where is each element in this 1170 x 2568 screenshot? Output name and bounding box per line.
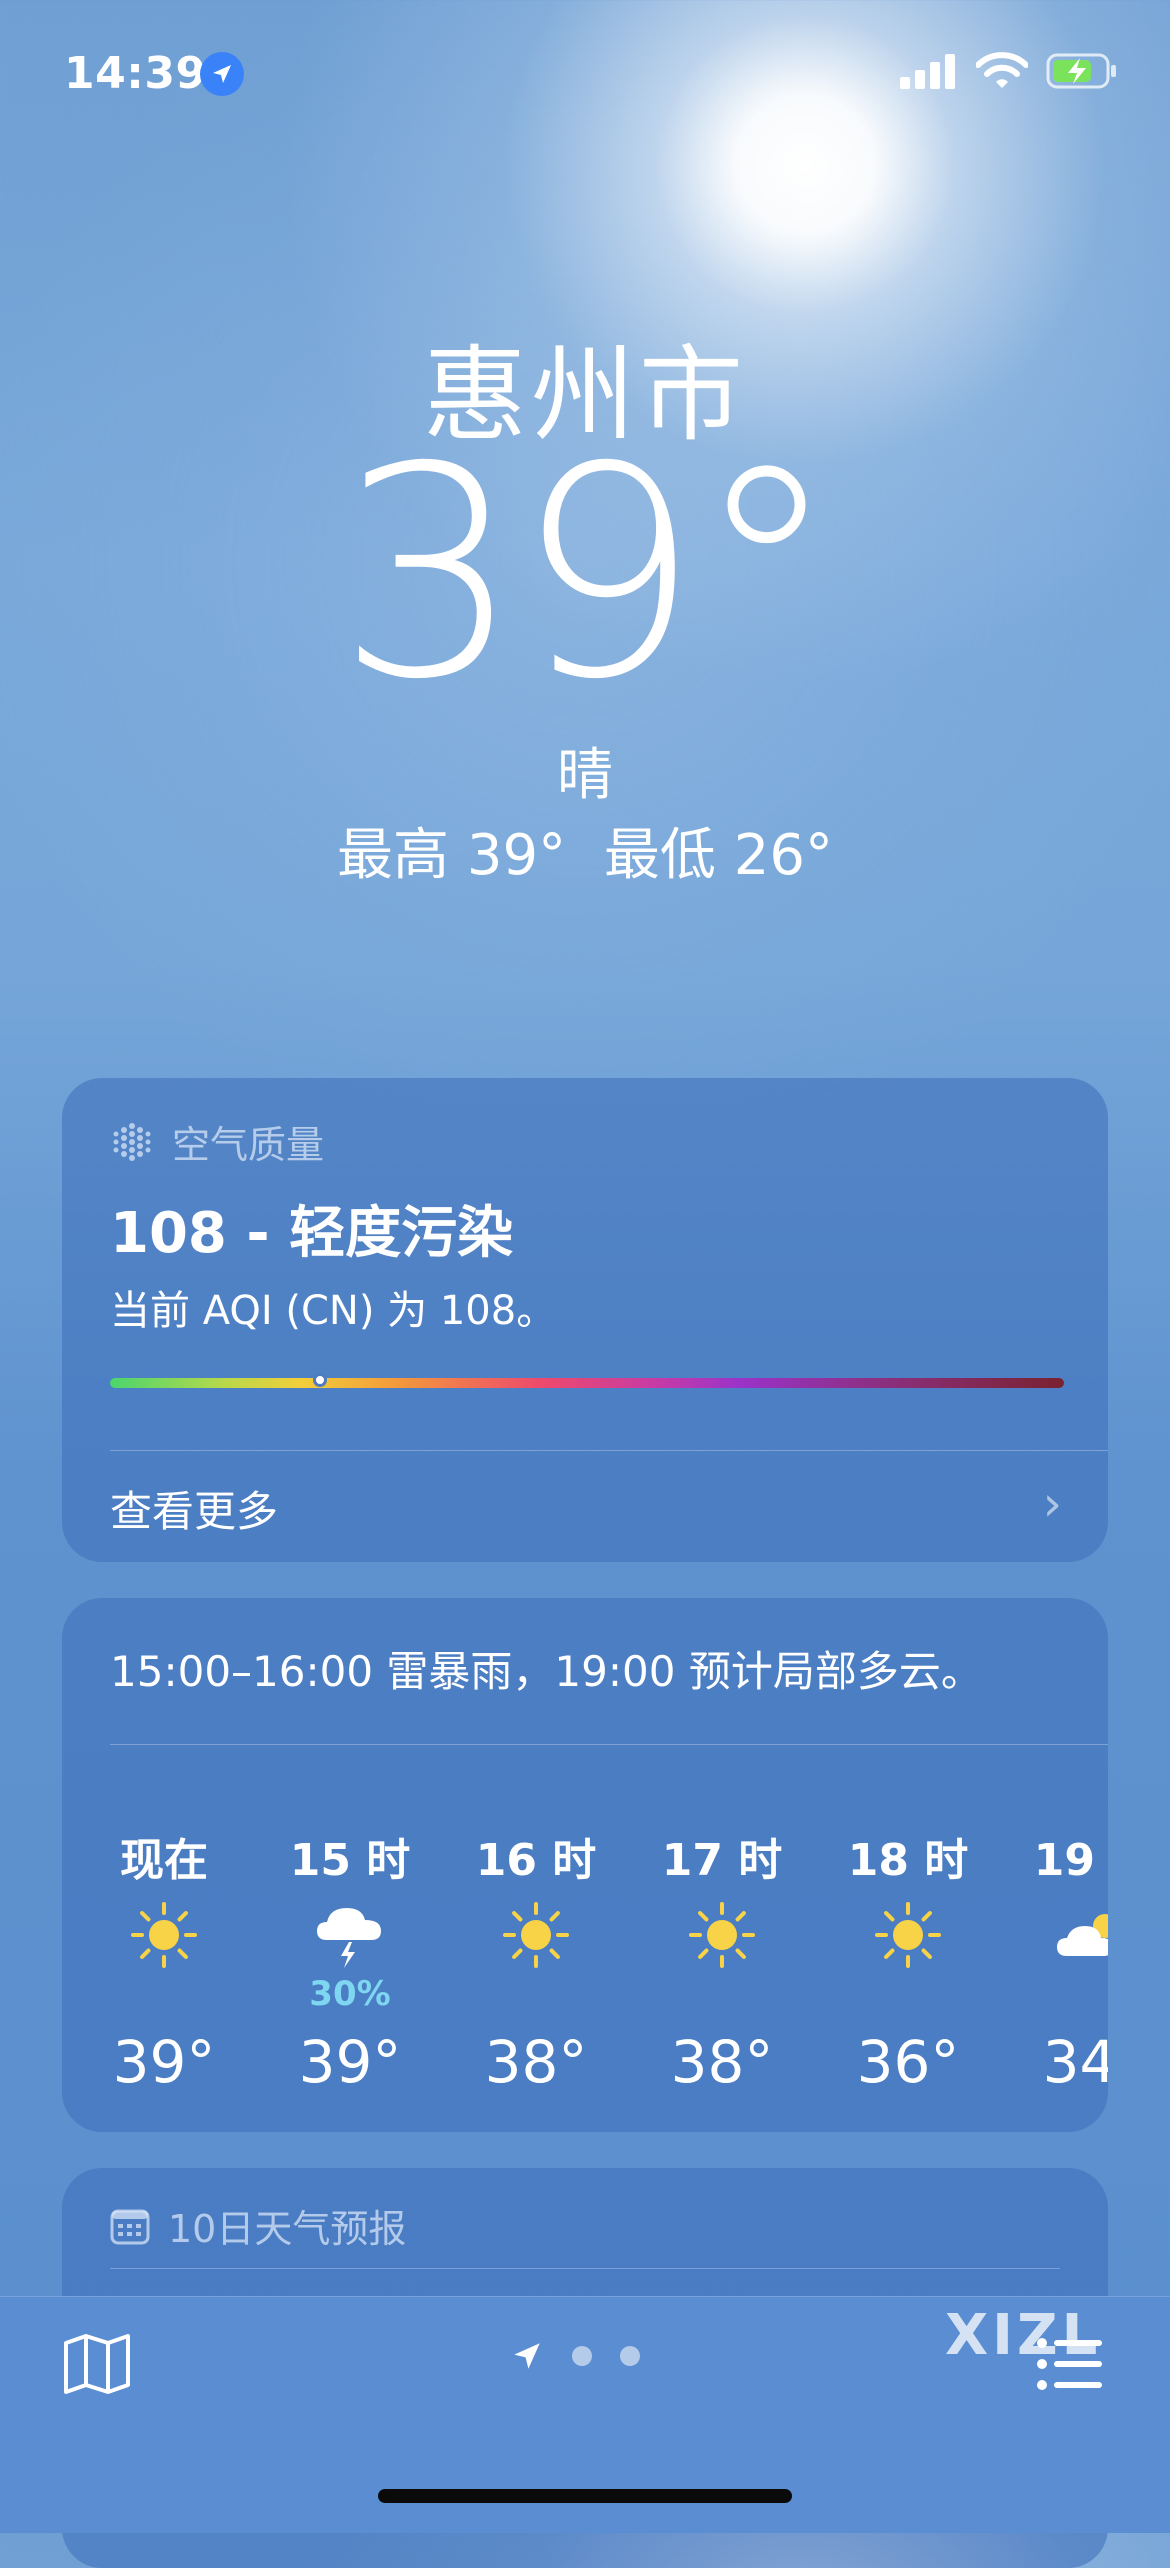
air-quality-icon bbox=[113, 1122, 151, 1161]
list-icon[interactable] bbox=[1036, 2335, 1104, 2393]
home-indicator[interactable] bbox=[378, 2489, 792, 2503]
bottom-toolbar: XIZL bbox=[0, 2296, 1170, 2533]
page-indicator[interactable] bbox=[510, 2339, 640, 2373]
low-temp: 最低 26° bbox=[603, 823, 833, 888]
hour-label: 16 时 bbox=[475, 1835, 597, 1886]
hourly-item: 17 时 38° bbox=[632, 1598, 812, 2132]
weather-condition: 晴 bbox=[557, 743, 613, 808]
hour-temperature: 39° bbox=[298, 2028, 402, 2096]
hourly-forecast-card[interactable]: 15:00–16:00 雷暴雨，19:00 预计局部多云。 现在 39° 15 时3… bbox=[62, 1598, 1108, 2132]
status-time: 14:39 bbox=[64, 48, 207, 99]
cellular-signal-icon bbox=[900, 54, 955, 89]
air-quality-section-title: 空气质量 bbox=[172, 1123, 325, 1167]
sun-icon bbox=[677, 1900, 767, 1970]
hourly-list[interactable]: 现在 39° 15 时 30% 39° 16 时 38° 17 时 38° 18 时 36° 19 时… bbox=[62, 1598, 1108, 2132]
battery-charging-icon bbox=[1046, 53, 1116, 89]
hourly-item: 19 时 34° bbox=[1004, 1598, 1108, 2132]
air-quality-card[interactable]: 空气质量 108 - 轻度污染 当前 AQI (CN) 为 108。 查看更多 … bbox=[62, 1078, 1108, 1562]
wifi-icon bbox=[976, 52, 1028, 88]
hour-temperature: 34° bbox=[1042, 2028, 1108, 2096]
status-icons bbox=[900, 52, 1118, 90]
location-page-icon[interactable] bbox=[510, 2339, 544, 2373]
current-temperature: 39° bbox=[336, 406, 839, 743]
sun-icon bbox=[119, 1900, 209, 1970]
aqi-scale-bar bbox=[110, 1373, 1064, 1388]
hourly-item: 16 时 38° bbox=[446, 1598, 626, 2132]
location-arrow-icon bbox=[200, 52, 244, 96]
ten-day-header: 10日天气预报 bbox=[110, 2198, 406, 2253]
hour-label: 19 时 bbox=[1033, 1835, 1108, 1886]
page-dot[interactable] bbox=[620, 2346, 640, 2366]
hour-temperature: 38° bbox=[670, 2028, 774, 2096]
page-dot[interactable] bbox=[572, 2346, 592, 2366]
aqi-headline: 108 - 轻度污染 bbox=[110, 1201, 514, 1266]
hourly-item: 15 时 30% 39° bbox=[260, 1598, 440, 2132]
chevron-right-icon[interactable]: › bbox=[1043, 1476, 1062, 1532]
hour-label: 15 时 bbox=[289, 1835, 411, 1886]
hour-temperature: 39° bbox=[112, 2028, 216, 2096]
sun-icon bbox=[863, 1900, 953, 1970]
map-icon[interactable] bbox=[62, 2333, 132, 2395]
see-more-link[interactable]: 查看更多 bbox=[110, 1478, 278, 1539]
aqi-indicator bbox=[312, 1373, 327, 1387]
hour-temperature: 36° bbox=[856, 2028, 960, 2096]
divider bbox=[110, 2268, 1060, 2269]
ten-day-title: 10日天气预报 bbox=[168, 2207, 407, 2251]
aqi-description: 当前 AQI (CN) 为 108。 bbox=[110, 1288, 557, 1334]
status-bar: 14:39 bbox=[0, 0, 1170, 140]
sun-icon bbox=[491, 1900, 581, 1970]
hourly-item: 18 时 36° bbox=[818, 1598, 998, 2132]
precipitation-chance: 30% bbox=[309, 1974, 391, 2014]
calendar-icon bbox=[110, 2209, 150, 2244]
hour-temperature: 38° bbox=[484, 2028, 588, 2096]
divider bbox=[110, 1450, 1108, 1451]
high-temp: 最高 39° bbox=[337, 823, 567, 888]
hour-label: 现在 bbox=[120, 1835, 208, 1886]
thunderstorm-icon bbox=[305, 1900, 395, 1970]
hour-label: 17 时 bbox=[661, 1835, 783, 1886]
hour-label: 18 时 bbox=[847, 1835, 969, 1886]
air-quality-header: 空气质量 bbox=[110, 1114, 324, 1169]
hourly-item: 现在 39° bbox=[74, 1598, 254, 2132]
partly-cloudy-icon bbox=[1049, 1900, 1108, 1970]
high-low: 最高 39° 最低 26° bbox=[0, 810, 1170, 891]
